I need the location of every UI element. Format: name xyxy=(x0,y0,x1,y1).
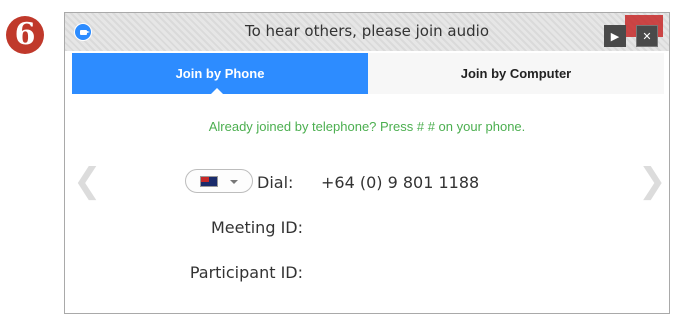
join-audio-dialog: To hear others, please join audio ▶ ✕ Jo… xyxy=(64,12,670,314)
already-joined-notice: Already joined by telephone? Press # # o… xyxy=(208,119,526,134)
close-icon[interactable]: ✕ xyxy=(636,25,658,47)
chevron-right-icon[interactable]: ❯ xyxy=(638,164,667,198)
step-number-badge: 6 xyxy=(6,16,44,54)
chevron-left-icon[interactable]: ❮ xyxy=(73,164,102,198)
meeting-id-label: Meeting ID: xyxy=(210,218,303,237)
dialog-title: To hear others, please join audio xyxy=(244,22,489,40)
country-select[interactable] xyxy=(185,169,253,193)
dial-number: +64 (0) 9 801 1188 xyxy=(321,173,480,192)
chevron-down-icon xyxy=(230,180,238,184)
participant-id-label: Participant ID: xyxy=(189,263,303,282)
tab-join-by-phone[interactable]: Join by Phone xyxy=(72,53,368,95)
play-icon[interactable]: ▶ xyxy=(604,25,626,47)
dial-label: Dial: xyxy=(257,173,294,192)
title-bar: To hear others, please join audio ▶ ✕ xyxy=(65,13,669,51)
audio-tabs: Join by Phone Join by Computer xyxy=(72,53,664,95)
tab-join-by-computer[interactable]: Join by Computer xyxy=(368,53,664,94)
new-zealand-flag-icon xyxy=(200,176,218,187)
